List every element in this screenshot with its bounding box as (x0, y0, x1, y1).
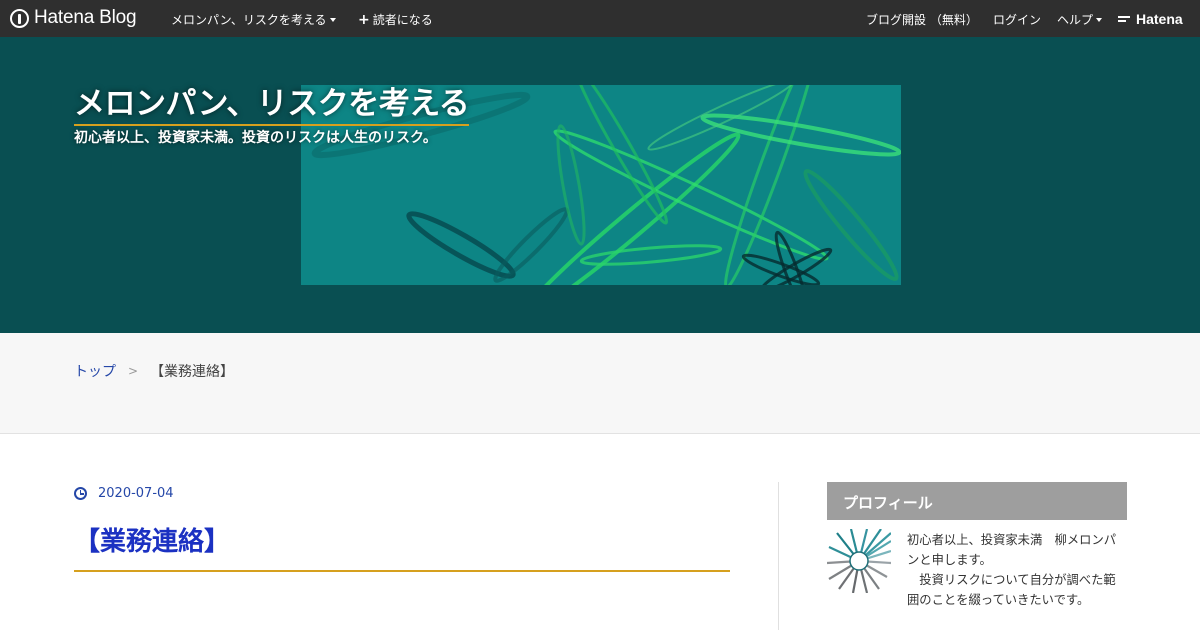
blog-title[interactable]: メロンパン、リスクを考える (74, 85, 470, 126)
login-link[interactable]: ログイン (993, 11, 1041, 28)
hatena-mark-icon (1118, 14, 1132, 24)
avatar[interactable] (827, 529, 891, 593)
entry-date-text: 2020-07-04 (98, 486, 174, 501)
breadcrumb: トップ > 【業務連絡】 (0, 333, 1200, 434)
subscribe-label: 読者になる (372, 13, 433, 27)
blog-menu-dropdown[interactable]: メロンパン、リスクを考える (171, 11, 336, 28)
profile-text: 初心者以上、投資家未満 柳メロンパンと申します。 投資リスクについて自分が調べた… (907, 530, 1127, 610)
breadcrumb-current: 【業務連絡】 (150, 364, 235, 380)
caret-down-icon (329, 17, 336, 22)
open-blog-label: ブログ開設 （無料） (866, 13, 978, 27)
blog-header: メロンパン、リスクを考える 初心者以上、投資家未満。投資のリスクは人生のリスク。 (0, 37, 1200, 333)
hatena-blog-logo[interactable]: Hatena Blog (10, 7, 137, 29)
entry-title[interactable]: 【業務連絡】 (74, 519, 730, 572)
breadcrumb-top-link[interactable]: トップ (74, 361, 116, 381)
brand-text: Hatena Blog (34, 7, 137, 28)
profile-line-1: 初心者以上、投資家未満 柳メロンパンと申します。 (907, 533, 1117, 567)
blog-description: 初心者以上、投資家未満。投資のリスクは人生のリスク。 (74, 130, 437, 146)
clock-icon (74, 487, 87, 500)
hatena-blog-logo-icon (10, 8, 29, 28)
entry-date[interactable]: 2020-07-04 (74, 486, 174, 501)
help-dropdown[interactable]: ヘルプ (1057, 11, 1103, 28)
blog-menu-label: メロンパン、リスクを考える (171, 13, 327, 27)
profile-line-2: 投資リスクについて自分が調べた範囲のことを綴っていきたいです。 (907, 573, 1116, 607)
subscribe-button[interactable]: + 読者になる (358, 11, 433, 28)
global-header: Hatena Blog メロンパン、リスクを考える + 読者になる ブログ開設 … (0, 0, 1200, 37)
login-label: ログイン (993, 13, 1042, 27)
hatena-logo-link[interactable]: Hatena (1118, 11, 1183, 27)
open-blog-link[interactable]: ブログ開設 （無料） (866, 11, 978, 28)
column-divider (778, 482, 779, 630)
caret-down-icon (1096, 17, 1103, 22)
hatena-label: Hatena (1136, 11, 1183, 27)
help-label: ヘルプ (1057, 13, 1094, 27)
spiral-avatar-icon (827, 529, 891, 593)
profile-heading: プロフィール (827, 482, 1127, 520)
breadcrumb-inner: トップ > 【業務連絡】 (74, 361, 234, 381)
breadcrumb-separator: > (128, 364, 139, 378)
plus-icon: + (358, 11, 370, 28)
